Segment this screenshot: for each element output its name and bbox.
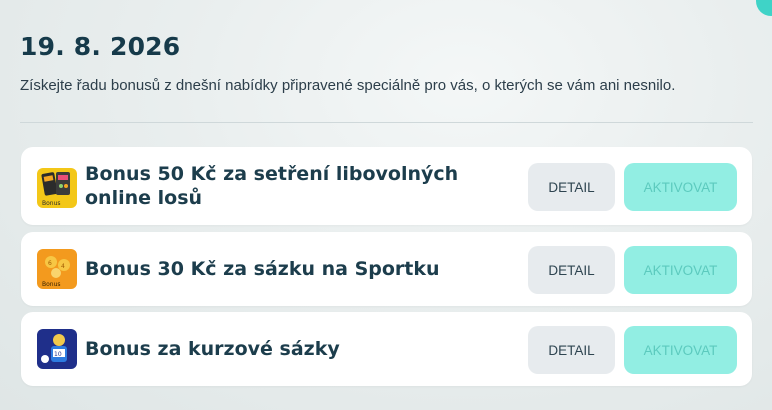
svg-text:4: 4	[61, 263, 65, 270]
bonus-title: Bonus za kurzové sázky	[85, 338, 340, 360]
bonus-card: 10 Bonus za kurzové sázky DETAIL AKTIVOV…	[21, 312, 752, 386]
svg-text:10: 10	[54, 351, 62, 358]
detail-button[interactable]: DETAIL	[528, 326, 615, 374]
sportka-balls-icon: 6 4 Bonus	[37, 249, 77, 289]
thumb-caption: Bonus	[42, 200, 61, 207]
activate-button[interactable]: AKTIVOVAT	[624, 246, 737, 294]
scratch-tickets-icon: Bonus	[37, 168, 77, 208]
corner-indicator	[756, 0, 772, 16]
bonus-title: Bonus 50 Kč za setření libovolných onlin…	[85, 163, 459, 209]
bonus-card: 6 4 Bonus Bonus 30 Kč za sázku na Sportk…	[21, 232, 752, 306]
football-player-icon: 10	[37, 329, 77, 369]
activate-button[interactable]: AKTIVOVAT	[624, 163, 737, 211]
page-subtitle: Získejte řadu bonusů z dnešní nabídky př…	[20, 77, 676, 94]
bonus-title: Bonus 30 Kč za sázku na Sportku	[85, 258, 440, 280]
detail-button[interactable]: DETAIL	[528, 163, 615, 211]
activate-button[interactable]: AKTIVOVAT	[624, 326, 737, 374]
detail-button[interactable]: DETAIL	[528, 246, 615, 294]
page-title: 19. 8. 2026	[20, 32, 181, 61]
thumb-caption: Bonus	[42, 281, 61, 288]
divider	[20, 122, 753, 123]
svg-text:6: 6	[48, 260, 52, 267]
bonus-card: Bonus Bonus 50 Kč za setření libovolných…	[21, 147, 752, 225]
